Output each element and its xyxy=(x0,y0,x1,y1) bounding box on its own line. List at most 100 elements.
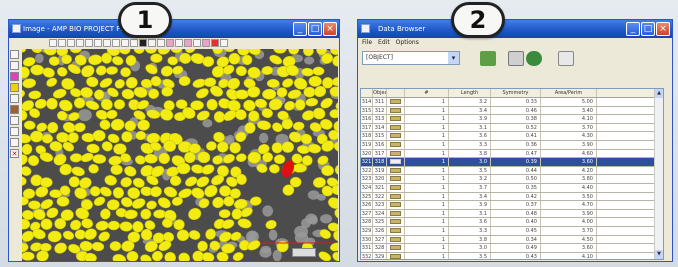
segmented-particle[interactable] xyxy=(305,97,319,107)
segmented-particle[interactable] xyxy=(132,220,144,233)
grid-icon[interactable] xyxy=(76,39,84,47)
segmented-particle[interactable] xyxy=(111,55,124,66)
segmented-particle[interactable] xyxy=(30,64,45,76)
table-row[interactable]: 321 318 1 3.0 0.39 3.60 xyxy=(361,158,663,167)
scroll-up-icon[interactable]: ▲ xyxy=(655,89,663,98)
segmented-particle[interactable] xyxy=(149,185,163,198)
segmented-particle[interactable] xyxy=(281,141,294,153)
table-row[interactable]: 330 327 1 3.8 0.34 4.50 xyxy=(361,235,663,245)
segmented-particle[interactable] xyxy=(109,241,122,252)
segmented-particle[interactable] xyxy=(22,66,31,80)
table-row[interactable]: 322 319 1 3.5 0.44 4.20 xyxy=(361,166,663,176)
segmented-particle[interactable] xyxy=(303,86,316,98)
segmented-particle[interactable] xyxy=(92,154,107,164)
segmented-particle[interactable] xyxy=(98,76,113,89)
segmented-particle[interactable] xyxy=(146,200,158,210)
lasso-tool-icon[interactable] xyxy=(10,61,19,70)
segmented-particle[interactable] xyxy=(164,251,177,261)
segmented-particle[interactable] xyxy=(95,220,109,231)
segmented-particle[interactable] xyxy=(124,120,137,132)
segmented-particle[interactable] xyxy=(104,174,118,186)
contrast-icon[interactable] xyxy=(130,39,138,47)
segmented-particle[interactable] xyxy=(28,200,41,210)
segmented-particle[interactable] xyxy=(126,251,139,261)
segmented-particle[interactable] xyxy=(58,98,74,113)
segmented-particle[interactable] xyxy=(88,54,103,66)
segmented-particle[interactable] xyxy=(201,252,215,261)
segmented-particle[interactable] xyxy=(91,241,105,252)
zoom-icon[interactable] xyxy=(49,39,57,47)
select-icon[interactable] xyxy=(67,39,75,47)
segmented-particle[interactable] xyxy=(234,89,249,100)
segmented-particle[interactable] xyxy=(42,49,58,57)
segmented-particle[interactable] xyxy=(242,99,256,112)
segmented-particle[interactable] xyxy=(201,163,216,176)
fill-tool-icon[interactable] xyxy=(10,83,19,92)
segmented-particle[interactable] xyxy=(86,76,99,88)
maximize-button[interactable]: □ xyxy=(641,22,655,36)
segmented-particle[interactable] xyxy=(56,66,68,77)
table-row[interactable]: 323 320 1 3.2 0.50 3.80 xyxy=(361,175,663,184)
pan-icon[interactable] xyxy=(58,39,66,47)
segmented-particle[interactable] xyxy=(30,49,44,54)
segmented-particle[interactable] xyxy=(153,209,167,219)
column-header-symmetry[interactable]: Symmetry xyxy=(491,89,541,97)
segmented-particle[interactable] xyxy=(47,230,62,243)
column-header-count[interactable]: # xyxy=(405,89,449,97)
segmented-particle[interactable] xyxy=(195,87,210,101)
segmented-particle[interactable] xyxy=(312,66,325,76)
minimize-button[interactable]: _ xyxy=(626,22,640,36)
segmented-particle[interactable] xyxy=(287,49,300,55)
segmented-particle[interactable] xyxy=(95,64,108,77)
segmented-particle[interactable] xyxy=(237,217,252,229)
table-row[interactable]: 324 321 1 3.7 0.35 4.40 xyxy=(361,183,663,193)
threshold-icon[interactable] xyxy=(103,39,111,47)
segmented-particle[interactable] xyxy=(232,251,245,261)
segmented-particle[interactable] xyxy=(334,164,338,176)
segmented-particle[interactable] xyxy=(93,195,107,207)
object-class-select[interactable]: [OBJECT] ▾ xyxy=(362,51,460,65)
segmented-particle[interactable] xyxy=(134,155,146,166)
segmented-particle[interactable] xyxy=(22,133,32,144)
segmented-particle[interactable] xyxy=(268,53,283,66)
merge-tool-icon[interactable] xyxy=(10,138,19,147)
segmented-particle[interactable] xyxy=(39,177,53,188)
segmented-particle[interactable] xyxy=(292,121,305,131)
segmented-particle[interactable] xyxy=(160,65,174,78)
filter-icon[interactable] xyxy=(112,39,120,47)
column-header-index[interactable] xyxy=(361,89,373,97)
segmented-particle[interactable] xyxy=(108,155,122,166)
segmented-particle[interactable] xyxy=(303,49,314,57)
segmented-particle[interactable] xyxy=(203,77,217,87)
overlay-icon[interactable] xyxy=(166,39,174,47)
erase-object-icon[interactable]: ✕ xyxy=(10,149,19,158)
segmented-particle[interactable] xyxy=(120,176,133,188)
segmented-particle[interactable] xyxy=(112,253,127,261)
segmented-particle[interactable] xyxy=(119,221,133,232)
segmented-particle[interactable] xyxy=(321,165,334,177)
segmented-particle[interactable] xyxy=(218,209,231,219)
segmented-particle[interactable] xyxy=(329,109,338,119)
segmented-particle[interactable] xyxy=(292,163,307,173)
segmented-particle[interactable] xyxy=(235,153,247,162)
segmented-particle[interactable] xyxy=(22,218,31,230)
menu-file[interactable]: File xyxy=(362,38,372,48)
segmented-particle[interactable] xyxy=(56,196,70,207)
table-row[interactable]: 315 312 1 3.4 0.46 3.40 xyxy=(361,106,663,116)
segmented-particle[interactable] xyxy=(169,175,182,186)
line-tool-icon[interactable] xyxy=(10,94,19,103)
segmented-particle[interactable] xyxy=(265,219,278,230)
segmented-particle[interactable] xyxy=(52,88,67,100)
segmented-particle[interactable] xyxy=(308,75,322,87)
segmented-particle[interactable] xyxy=(205,97,219,111)
segmented-particle[interactable] xyxy=(45,97,59,111)
segmented-particle[interactable] xyxy=(326,196,338,211)
segmented-particle[interactable] xyxy=(110,164,123,175)
layers-icon[interactable] xyxy=(175,39,183,47)
segmented-particle[interactable] xyxy=(139,253,153,261)
label-icon[interactable] xyxy=(202,39,210,47)
segmented-particle[interactable] xyxy=(107,220,120,231)
segmented-particle[interactable] xyxy=(22,49,27,54)
segmented-particle[interactable] xyxy=(30,130,44,143)
segmented-particle[interactable] xyxy=(176,229,190,242)
